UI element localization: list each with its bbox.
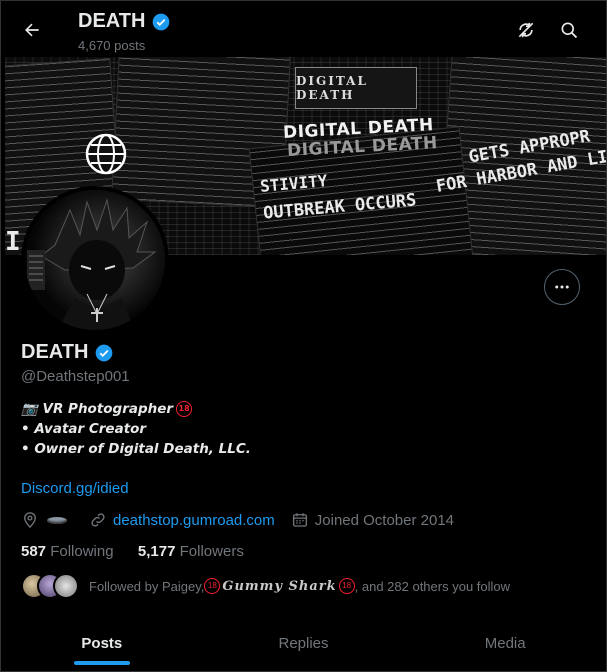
tab-media[interactable]: Media xyxy=(404,616,606,671)
avatar-artwork xyxy=(25,190,165,330)
arrow-left-icon xyxy=(25,23,39,37)
search-button[interactable] xyxy=(553,14,585,46)
header-name: DEATH xyxy=(78,10,146,32)
location-emoji xyxy=(47,516,67,524)
tab-posts[interactable]: Posts xyxy=(1,616,203,671)
adult-badge: 18 xyxy=(176,401,193,417)
tab-replies[interactable]: Replies xyxy=(203,616,405,671)
profile-tabs: Posts Replies Media xyxy=(1,616,606,671)
location-icon xyxy=(24,512,36,529)
followed-by[interactable]: Followed by Paigey, 18 Gummy Shark 18 , … xyxy=(21,573,510,599)
verified-badge-icon xyxy=(153,13,170,30)
refresh-button[interactable] xyxy=(510,14,542,46)
bio-line-1: 📷 VR Photographer 18 xyxy=(21,399,251,419)
active-tab-indicator xyxy=(73,661,130,665)
top-bar: DEATH 4,670 posts xyxy=(1,1,606,57)
followed-by-suffix: , and 282 others you follow xyxy=(354,578,511,594)
followed-by-fancy-name: Gummy Shark xyxy=(222,578,337,594)
bio-line-3: • Owner of Digital Death, LLC. xyxy=(21,441,251,457)
globe-lock-logo xyxy=(85,133,127,175)
display-name: DEATH xyxy=(21,341,89,363)
following-link[interactable]: 587 Following xyxy=(21,543,114,560)
profile-name: DEATH xyxy=(21,341,114,364)
followed-by-prefix: Followed by Paigey, xyxy=(89,578,205,594)
followers-link[interactable]: 5,177 Followers xyxy=(138,543,244,560)
adult-badge: 18 xyxy=(338,578,355,594)
calendar-icon xyxy=(292,513,307,527)
follower-avatar xyxy=(53,573,79,599)
follow-stats: 587 Following 5,177 Followers xyxy=(21,543,244,560)
avatar[interactable] xyxy=(21,186,169,334)
header-title: DEATH xyxy=(78,10,171,33)
back-button[interactable] xyxy=(15,13,49,47)
profile-page: DEATH 4,670 posts DIGITAL DEATH DIGITAL … xyxy=(0,0,607,672)
adult-badge: 18 xyxy=(204,578,221,594)
profile-meta: deathstop.gumroad.com Joined October 201… xyxy=(21,511,454,529)
join-date: Joined October 2014 xyxy=(314,511,455,529)
follower-avatars xyxy=(21,573,79,599)
website-link[interactable]: deathstop.gumroad.com xyxy=(113,512,275,529)
post-count: 4,670 posts xyxy=(78,38,146,53)
more-options-button[interactable] xyxy=(544,269,580,305)
link-icon xyxy=(91,513,105,527)
bio-discord-link[interactable]: Discord.gg/idied xyxy=(21,480,129,497)
digital-death-logo: DIGITAL DEATH xyxy=(295,67,417,109)
more-icon xyxy=(555,285,569,289)
verified-badge-icon[interactable] xyxy=(94,343,114,363)
profile-handle: @Deathstep001 xyxy=(21,368,130,385)
refresh-off-icon xyxy=(518,22,534,38)
bio-line-2: • Avatar Creator xyxy=(21,421,147,437)
search-icon xyxy=(561,22,578,39)
profile-bio: 📷 VR Photographer 18 • Avatar Creator • O… xyxy=(21,399,251,459)
